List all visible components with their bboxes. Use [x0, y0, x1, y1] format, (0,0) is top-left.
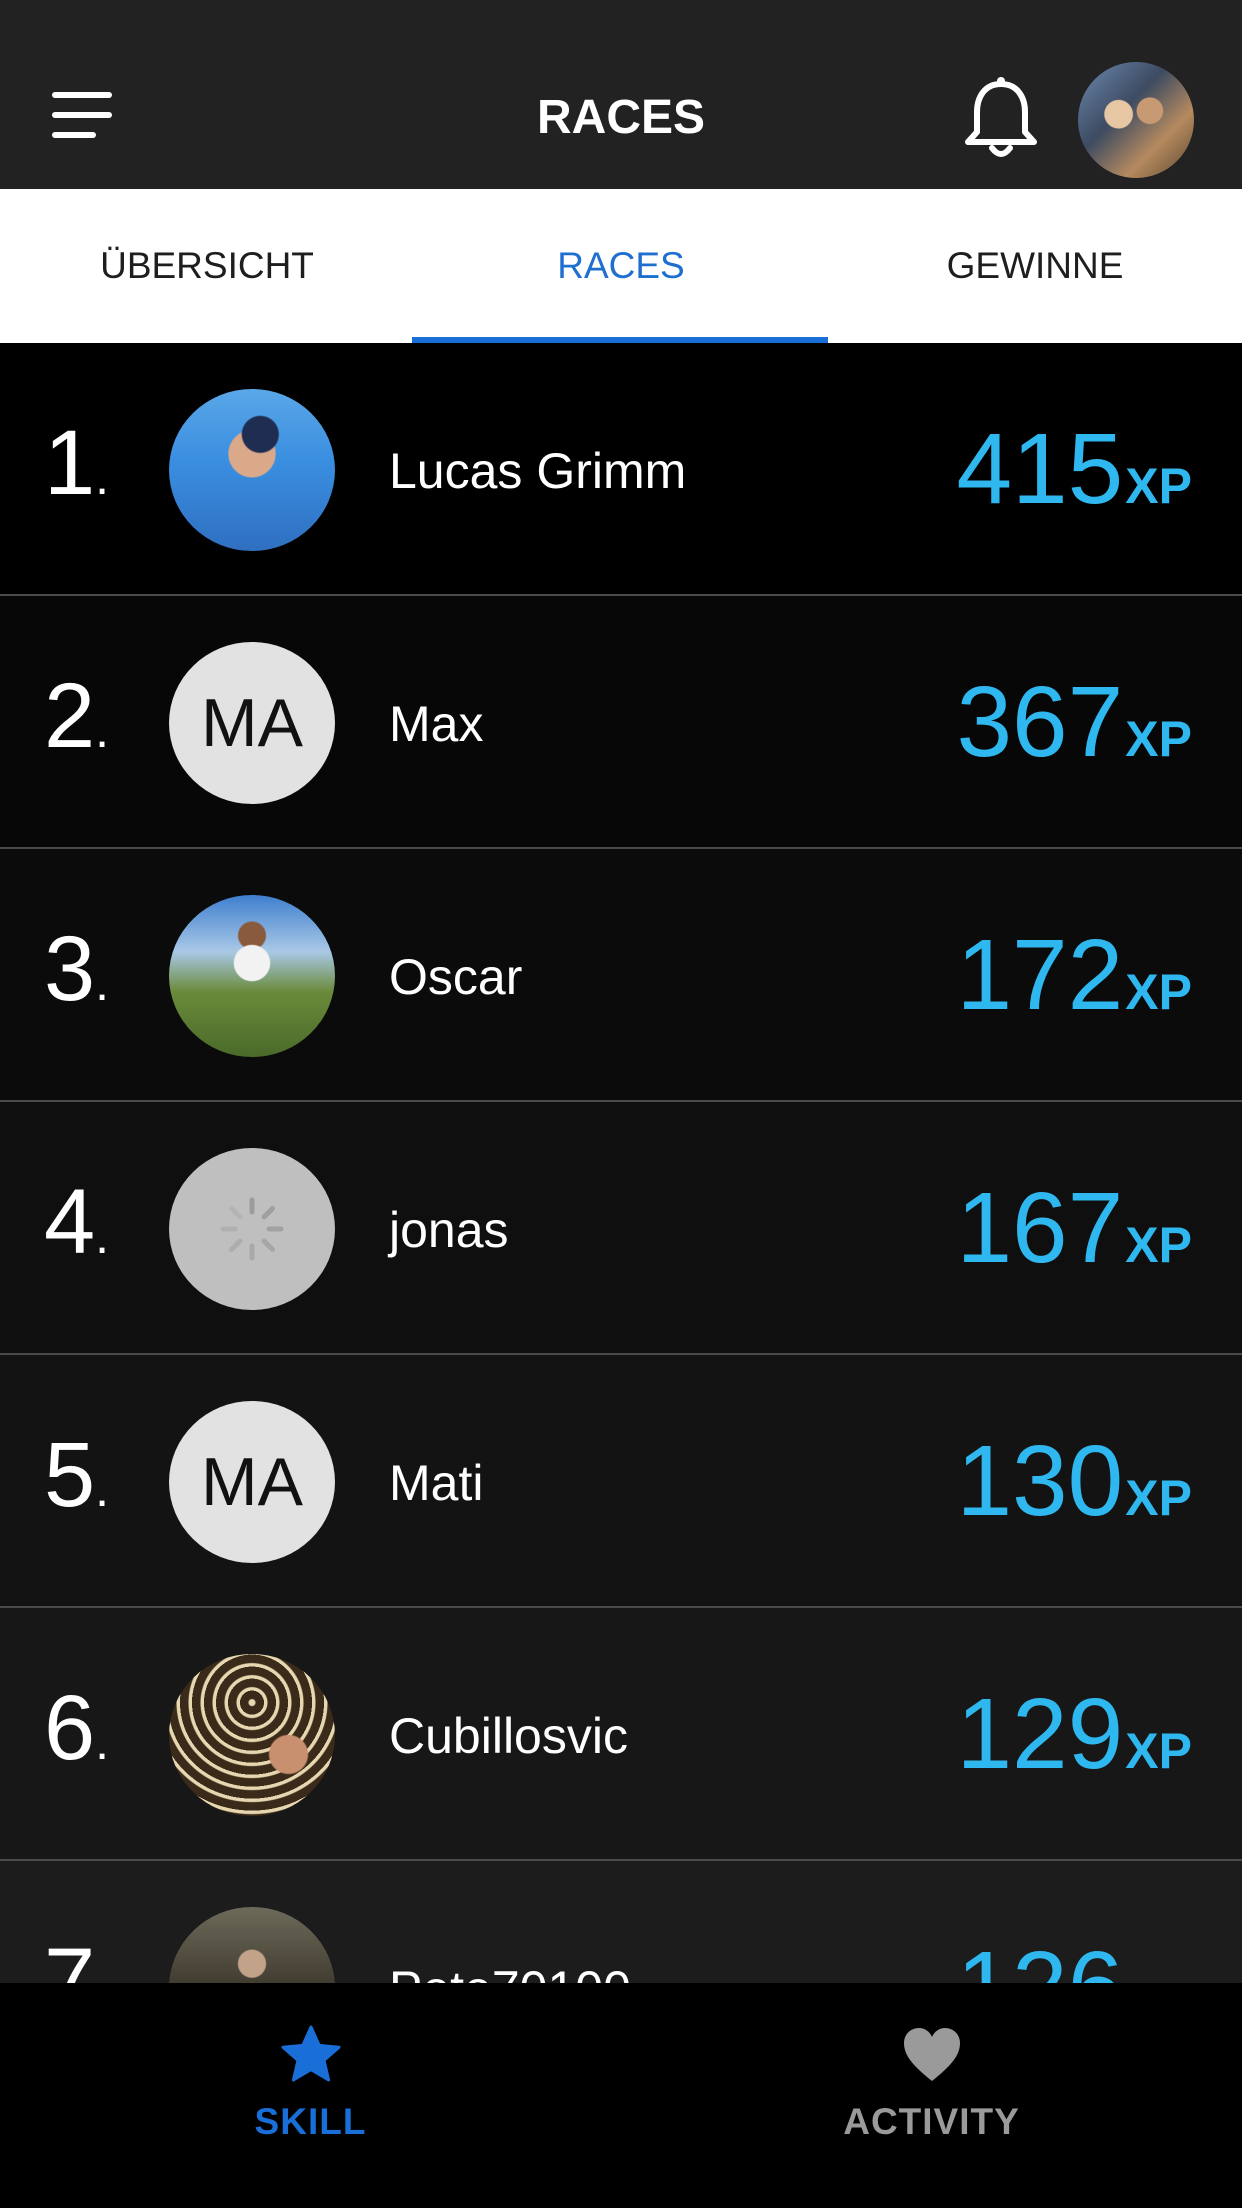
player-score: 126XP	[956, 1933, 1192, 1983]
heart-icon	[903, 2028, 960, 2081]
player-avatar	[169, 1907, 335, 1983]
menu-line	[52, 112, 112, 118]
leaderboard-row[interactable]: 4. jonas 167XP	[0, 1102, 1242, 1355]
rank-number: 1.	[44, 412, 110, 514]
player-score: 367XP	[956, 666, 1192, 778]
profile-avatar[interactable]	[1078, 62, 1194, 178]
player-score: 167XP	[956, 1172, 1192, 1284]
star-icon	[281, 2025, 340, 2082]
notifications-button[interactable]	[960, 76, 1042, 162]
page-title: RACES	[536, 91, 706, 144]
leaderboard-row[interactable]: 7. Pete70100 126XP	[0, 1861, 1242, 1983]
player-name: Lucas Grimm	[389, 443, 687, 499]
player-avatar: MA	[169, 1401, 335, 1563]
player-score: 129XP	[956, 1678, 1192, 1790]
nav-skill[interactable]: SKILL	[0, 1983, 621, 2208]
player-score: 415XP	[956, 413, 1192, 525]
top-bar: RACES	[0, 0, 1242, 189]
tab-uebersicht[interactable]: ÜBERSICHT	[0, 189, 414, 343]
leaderboard-list[interactable]: 1. Lucas Grimm 415XP 2. MA Max 367XP 3. …	[0, 343, 1242, 1983]
bottom-nav: SKILL ACTIVITY	[0, 1983, 1242, 2208]
menu-line	[52, 132, 96, 138]
bell-icon	[965, 77, 1037, 157]
tab-gewinne[interactable]: GEWINNE	[828, 189, 1242, 343]
player-name: Cubillosvic	[389, 1708, 628, 1764]
player-name: jonas	[389, 1202, 509, 1258]
player-avatar: MA	[169, 642, 335, 804]
player-name: Max	[389, 696, 484, 752]
nav-activity-label: ACTIVITY	[843, 2101, 1020, 2142]
leaderboard-row[interactable]: 3. Oscar 172XP	[0, 849, 1242, 1102]
leaderboard-row[interactable]: 2. MA Max 367XP	[0, 596, 1242, 849]
leaderboard-row[interactable]: 1. Lucas Grimm 415XP	[0, 343, 1242, 596]
player-avatar	[169, 1148, 335, 1310]
nav-skill-label: SKILL	[254, 2101, 367, 2142]
menu-line	[52, 92, 112, 98]
rank-number: 6.	[44, 1677, 110, 1779]
player-avatar	[169, 389, 335, 551]
player-name: Mati	[389, 1455, 484, 1511]
menu-button[interactable]	[52, 92, 118, 138]
player-name: Oscar	[389, 949, 523, 1005]
loading-spinner-icon	[220, 1197, 284, 1261]
rank-number: 2.	[44, 665, 110, 767]
nav-activity[interactable]: ACTIVITY	[621, 1983, 1242, 2208]
rank-number: 5.	[44, 1424, 110, 1526]
tab-bar: ÜBERSICHT RACES GEWINNE	[0, 189, 1242, 343]
tab-races[interactable]: RACES	[414, 189, 828, 343]
player-avatar	[169, 895, 335, 1057]
player-name: Pete70100	[389, 1961, 631, 1983]
leaderboard-row[interactable]: 5. MA Mati 130XP	[0, 1355, 1242, 1608]
player-avatar	[169, 1654, 335, 1816]
player-score: 130XP	[956, 1425, 1192, 1537]
rank-number: 4.	[44, 1171, 110, 1273]
player-score: 172XP	[956, 919, 1192, 1031]
rank-number: 3.	[44, 918, 110, 1020]
leaderboard-row[interactable]: 6. Cubillosvic 129XP	[0, 1608, 1242, 1861]
rank-number: 7.	[44, 1930, 109, 1983]
